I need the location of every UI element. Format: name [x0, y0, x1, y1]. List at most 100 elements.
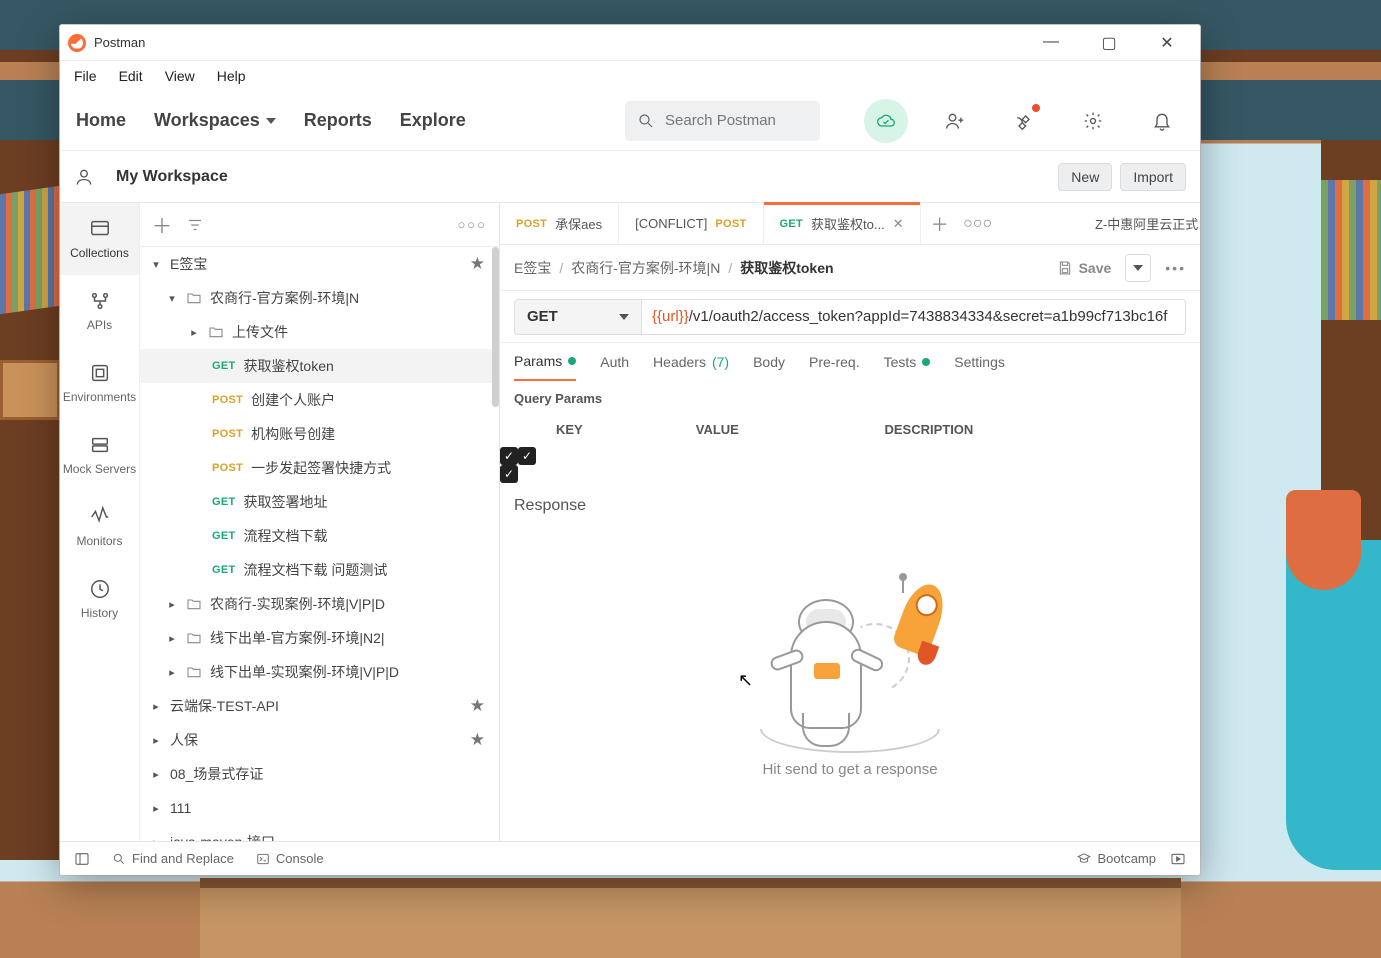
tab-close-button[interactable]: ✕ [893, 216, 904, 232]
tree-collection[interactable]: ▸08_场景式存证 [140, 757, 499, 791]
nav-workspaces[interactable]: Workspaces [154, 110, 276, 131]
rail-history[interactable]: History [60, 563, 139, 635]
bootcamp-button[interactable]: Bootcamp [1077, 851, 1156, 866]
rail-collections[interactable]: Collections [60, 203, 139, 275]
subtab-params[interactable]: Params [514, 353, 576, 381]
caret-icon: ▸ [150, 734, 162, 747]
tree-folder[interactable]: ▸线下出单-实现案例-环境|V|P|D [140, 655, 499, 689]
tree-request[interactable]: GET 流程文档下载 [140, 519, 499, 553]
tree-collection[interactable]: ▸java-maven-接口 [140, 825, 499, 841]
rail-mock-servers[interactable]: Mock Servers [60, 419, 139, 491]
tree-request[interactable]: GET 获取鉴权token [140, 349, 499, 383]
tree-request[interactable]: GET 流程文档下载 问题测试 [140, 553, 499, 587]
tab-add-button[interactable]: ＋ [921, 203, 959, 244]
subtab-prereq[interactable]: Pre-req. [809, 354, 860, 380]
subtab-tests[interactable]: Tests [884, 354, 931, 380]
window-close-button[interactable]: ✕ [1152, 33, 1182, 53]
star-icon[interactable]: ★ [470, 696, 485, 716]
capture-button[interactable] [1002, 99, 1046, 143]
console-button[interactable]: Console [256, 851, 324, 866]
save-dropdown[interactable] [1125, 254, 1151, 282]
subtab-headers[interactable]: Headers (7) [653, 354, 729, 380]
tree-more-button[interactable]: ○○○ [457, 217, 487, 232]
tree-folder[interactable]: ▸上传文件 [140, 315, 499, 349]
find-replace-button[interactable]: Find and Replace [112, 851, 234, 866]
rail-history-label: History [81, 606, 118, 620]
tree-collection[interactable]: ▸云端保-TEST-API★ [140, 689, 499, 723]
menu-file[interactable]: File [74, 68, 97, 84]
rail-apis[interactable]: APIs [60, 275, 139, 347]
method-dropdown[interactable]: GET [514, 299, 642, 335]
scrollbar-thumb[interactable] [492, 247, 499, 407]
subtab-settings[interactable]: Settings [954, 354, 1005, 380]
tree-add-button[interactable]: ＋ [152, 210, 172, 239]
tree-request[interactable]: POST 一步发起签署快捷方式 [140, 451, 499, 485]
tab-1[interactable]: [CONFLICT] POST [619, 203, 763, 244]
col-value: VALUE [686, 412, 875, 447]
tab-more-button[interactable]: ○○○ [959, 203, 997, 244]
tab-method: GET [780, 218, 804, 230]
chevron-down-icon [619, 314, 629, 320]
runner-icon[interactable] [1170, 851, 1186, 867]
tree-folder[interactable]: ▸农商行-实现案例-环境|V|P|D [140, 587, 499, 621]
tree-request[interactable]: GET 获取签署地址 [140, 485, 499, 519]
window-maximize-button[interactable]: ▢ [1094, 33, 1124, 53]
console-icon [256, 852, 270, 866]
workspace-name[interactable]: My Workspace [116, 168, 228, 186]
checkbox[interactable]: ✓ [500, 447, 518, 465]
save-button[interactable]: Save [1057, 260, 1112, 276]
import-button[interactable]: Import [1120, 163, 1186, 191]
rail-environments[interactable]: Environments [60, 347, 139, 419]
subtab-body[interactable]: Body [753, 354, 785, 380]
menu-help[interactable]: Help [217, 68, 246, 84]
nav-reports[interactable]: Reports [304, 110, 372, 131]
menu-bar: File Edit View Help [60, 61, 1200, 91]
request-more-button[interactable]: ••• [1165, 260, 1186, 276]
col-desc: DESCRIPTION [874, 412, 1200, 447]
mock-servers-icon [89, 434, 111, 456]
star-icon[interactable]: ★ [470, 254, 485, 274]
breadcrumb-part[interactable]: 农商行-官方案例-环境|N [571, 258, 720, 278]
tree-collection[interactable]: ▸111 [140, 791, 499, 825]
search-input[interactable]: Search Postman [625, 101, 820, 141]
url-input[interactable]: {{url}}/v1/oauth2/access_token?appId=743… [642, 299, 1186, 335]
nav-explore[interactable]: Explore [400, 110, 466, 131]
panel-toggle-icon[interactable] [74, 851, 90, 867]
sync-button[interactable] [864, 99, 908, 143]
checkbox[interactable]: ✓ [500, 465, 518, 483]
tree-request[interactable]: POST 机构账号创建 [140, 417, 499, 451]
tree-collection[interactable]: ▾E签宝★ [140, 247, 499, 281]
invite-button[interactable] [933, 99, 977, 143]
window-minimize-button[interactable]: — [1036, 33, 1066, 53]
url-rest: /v1/oauth2/access_token?appId=7438834334… [689, 308, 1168, 325]
response-empty: Hit send to get a response [500, 519, 1200, 841]
request-subtabs: Params Auth Headers (7) Body Pre-req. Te… [500, 343, 1200, 381]
settings-button[interactable] [1071, 99, 1115, 143]
star-icon[interactable]: ★ [470, 730, 485, 750]
postman-window: Postman — ▢ ✕ File Edit View Help Home W… [60, 25, 1200, 875]
tab-0[interactable]: POST 承保aes [500, 203, 619, 244]
filter-icon[interactable] [186, 216, 204, 234]
tree-request[interactable]: POST 创建个人账户 [140, 383, 499, 417]
environment-selector[interactable]: Z-中惠阿里云正式 [1085, 203, 1200, 244]
tree-collection[interactable]: ▸人保★ [140, 723, 499, 757]
tests-indicator-icon [922, 358, 930, 366]
rail-monitors-label: Monitors [76, 534, 122, 548]
menu-edit[interactable]: Edit [119, 68, 143, 84]
tree-folder[interactable]: ▾农商行-官方案例-环境|N [140, 281, 499, 315]
search-placeholder: Search Postman [665, 112, 776, 129]
rail-monitors[interactable]: Monitors [60, 491, 139, 563]
subtab-auth[interactable]: Auth [600, 354, 629, 380]
nav-home[interactable]: Home [76, 110, 126, 131]
checkbox[interactable]: ✓ [518, 447, 536, 465]
tree-folder[interactable]: ▸线下出单-官方案例-环境|N2| [140, 621, 499, 655]
workspace-bar: My Workspace New Import [60, 151, 1200, 203]
new-button[interactable]: New [1058, 163, 1112, 191]
notifications-button[interactable] [1140, 99, 1184, 143]
folder-icon [186, 664, 202, 680]
breadcrumb-part[interactable]: E签宝 [514, 258, 551, 278]
method-badge: POST [212, 394, 243, 406]
menu-view[interactable]: View [165, 68, 195, 84]
breadcrumb-current: 获取鉴权token [740, 258, 833, 278]
tab-2[interactable]: GET 获取鉴权to... ✕ [764, 203, 921, 244]
